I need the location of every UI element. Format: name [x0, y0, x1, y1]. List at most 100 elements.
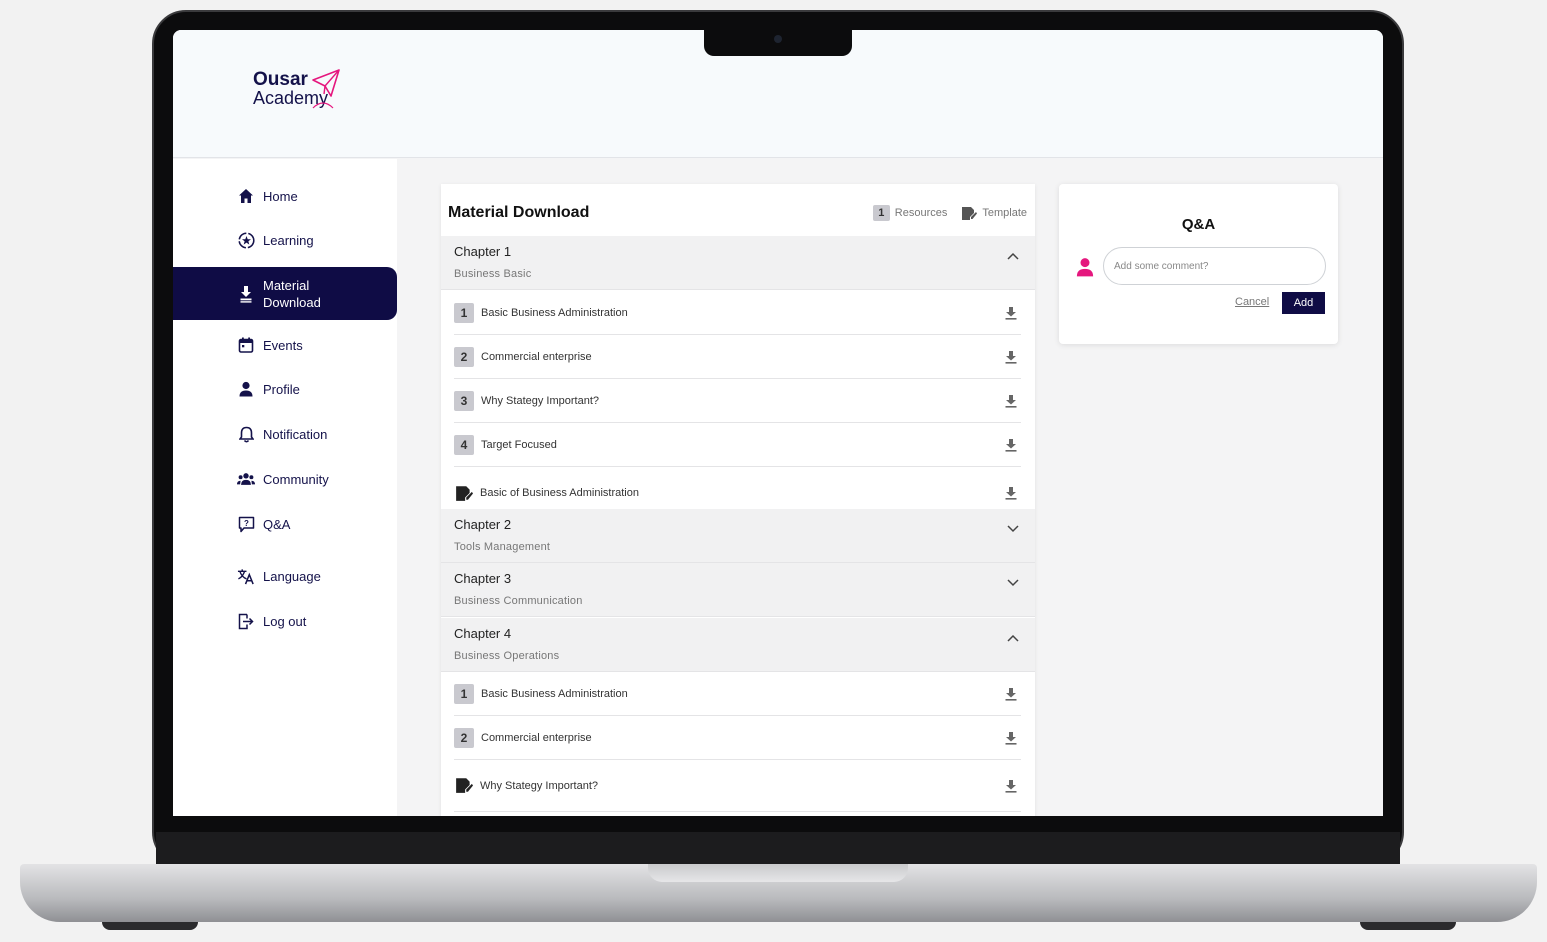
chapter-header-4[interactable]: Chapter 4 Business Operations	[441, 618, 1035, 672]
page-title: Material Download	[448, 204, 590, 221]
group-icon	[237, 470, 255, 488]
translate-icon	[237, 567, 255, 585]
chevron-down-icon[interactable]	[1007, 574, 1019, 592]
material-download-panel: Material Download 1 Resources Template C…	[441, 184, 1035, 816]
download-icon[interactable]	[1003, 730, 1019, 746]
calendar-icon	[237, 336, 255, 354]
template-label: Basic of Business Administration	[480, 487, 639, 499]
sidebar-item-label: Notification	[263, 426, 328, 442]
qa-title: Q&A	[1181, 216, 1216, 233]
app-logo[interactable]: Ousar Academy	[253, 69, 340, 109]
bell-icon	[237, 425, 255, 443]
sidebar-item-label: Home	[263, 188, 298, 204]
chapter-header-3[interactable]: Chapter 3 Business Communication	[441, 563, 1035, 617]
download-icon	[237, 285, 255, 303]
sidebar-item-logout[interactable]: Log out	[173, 604, 397, 638]
chapter-title: Chapter 1	[454, 244, 512, 259]
question-chat-icon: ?	[237, 515, 255, 533]
sidebar-item-notification[interactable]: Notification	[173, 417, 397, 451]
resource-label: Basic Business Administration	[481, 306, 628, 319]
list-item[interactable]: 1 Basic Business Administration	[454, 291, 1021, 335]
chapter-header-1[interactable]: Chapter 1 Business Basic	[441, 236, 1035, 290]
sidebar-item-label: Log out	[263, 613, 307, 629]
laptop-base-notch	[648, 864, 908, 882]
template-icon	[454, 776, 474, 796]
chapter-subtitle: Business Basic	[454, 268, 532, 280]
resources-badge: 1	[872, 205, 890, 221]
template-label: Why Stategy Important?	[480, 779, 598, 792]
download-icon[interactable]	[1003, 485, 1019, 501]
sidebar-item-label: Language	[263, 568, 321, 584]
sidebar: Home Learning Material Download Events P…	[173, 159, 397, 816]
chapter-subtitle: Business Communication	[454, 595, 583, 607]
sidebar-item-material-download[interactable]: Material Download	[173, 267, 397, 320]
user-icon	[237, 380, 255, 398]
resource-label: Target Focused	[481, 438, 557, 451]
home-icon	[237, 187, 255, 205]
chapter-header-2[interactable]: Chapter 2 Tools Management	[441, 509, 1035, 563]
download-icon[interactable]	[1003, 305, 1019, 321]
sidebar-item-events[interactable]: Events	[173, 328, 397, 362]
resources-label: Resources	[894, 207, 948, 219]
chapter-title: Chapter 2	[454, 517, 512, 532]
chapter-subtitle: Business Operations	[454, 650, 560, 662]
sidebar-item-label: Community	[263, 471, 329, 487]
qa-panel: Q&A Cancel Add	[1059, 184, 1338, 344]
sidebar-item-label: Material Download	[263, 277, 321, 310]
avatar-icon	[1075, 257, 1095, 282]
chevron-down-icon[interactable]	[1007, 520, 1019, 538]
template-icon	[961, 206, 978, 221]
template-icon	[454, 483, 474, 503]
resource-number-badge: 1	[454, 302, 474, 323]
legend: 1 Resources Template	[872, 205, 1027, 221]
sidebar-item-label: Profile	[263, 381, 300, 397]
sidebar-item-home[interactable]: Home	[173, 179, 397, 213]
sidebar-item-qa[interactable]: ? Q&A	[173, 507, 397, 541]
sidebar-item-learning[interactable]: Learning	[173, 223, 397, 257]
screen: Ousar Academy Home Learning Material Dow…	[173, 30, 1383, 816]
laptop-foot	[102, 922, 198, 930]
download-icon[interactable]	[1003, 686, 1019, 702]
sidebar-item-language[interactable]: Language	[173, 559, 397, 593]
list-item[interactable]: 3 Why Stategy Important?	[454, 379, 1021, 423]
paper-plane-icon	[312, 69, 340, 109]
chapter-subtitle: Tools Management	[454, 541, 551, 553]
comment-input[interactable]	[1103, 247, 1326, 285]
sidebar-item-label: Learning	[263, 232, 314, 248]
resource-number-badge: 1	[454, 683, 474, 704]
list-item[interactable]: 4 Target Focused	[454, 423, 1021, 467]
resource-label: Why Stategy Important?	[481, 394, 599, 407]
sidebar-item-community[interactable]: Community	[173, 462, 397, 496]
cancel-button[interactable]: Cancel	[1235, 296, 1269, 308]
resource-label: Basic Business Administration	[481, 687, 628, 700]
laptop-chin	[156, 832, 1400, 866]
sidebar-item-profile[interactable]: Profile	[173, 372, 397, 406]
chapter-title: Chapter 3	[454, 571, 512, 586]
logout-icon	[237, 612, 255, 630]
svg-text:?: ?	[244, 519, 249, 528]
resource-number-badge: 3	[454, 390, 474, 411]
template-label: Template	[982, 207, 1027, 219]
sidebar-item-label: Q&A	[263, 516, 291, 532]
chevron-up-icon[interactable]	[1007, 247, 1019, 265]
resource-number-badge: 2	[454, 727, 474, 748]
chapter-title: Chapter 4	[454, 626, 512, 641]
resource-label: Commercial enterprise	[481, 731, 592, 744]
download-icon[interactable]	[1003, 349, 1019, 365]
list-item[interactable]: Why Stategy Important?	[454, 760, 1021, 812]
camera-icon	[774, 35, 782, 43]
download-icon[interactable]	[1003, 393, 1019, 409]
list-item[interactable]: 1 Basic Business Administration	[454, 672, 1021, 716]
chevron-up-icon[interactable]	[1007, 629, 1019, 647]
resource-number-badge: 2	[454, 346, 474, 367]
download-icon[interactable]	[1003, 778, 1019, 794]
add-button[interactable]: Add	[1282, 292, 1325, 314]
sidebar-item-label: Events	[263, 337, 303, 353]
laptop-foot	[1360, 922, 1456, 930]
camera-notch	[704, 30, 852, 56]
list-item[interactable]: 2 Commercial enterprise	[454, 335, 1021, 379]
resource-label: Commercial enterprise	[481, 350, 592, 363]
list-item[interactable]: 2 Commercial enterprise	[454, 716, 1021, 760]
star-circle-icon	[237, 231, 255, 249]
download-icon[interactable]	[1003, 437, 1019, 453]
